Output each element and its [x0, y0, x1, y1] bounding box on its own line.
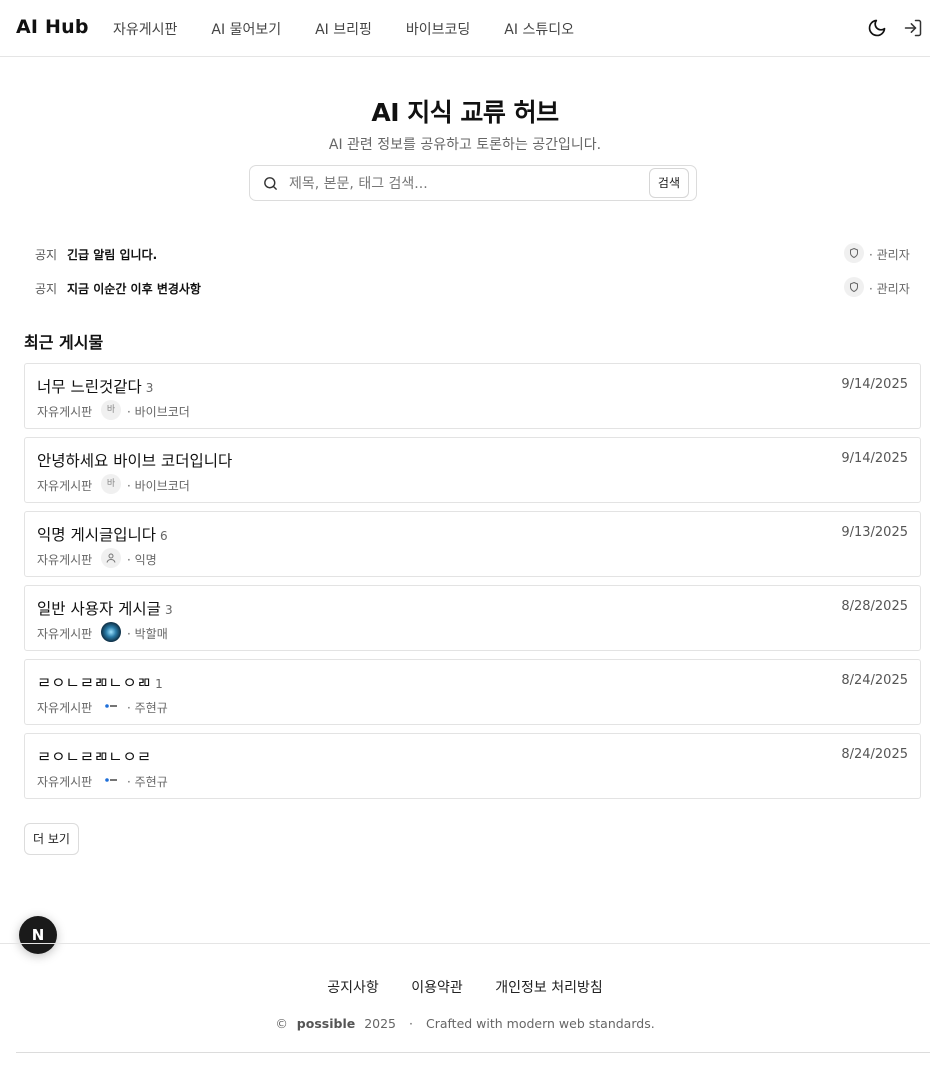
- post-date: 9/13/2025: [841, 525, 908, 540]
- nav-item-ai-ask[interactable]: AI 물어보기: [211, 19, 281, 39]
- post-author: · 익명: [127, 553, 157, 567]
- comment-count: 3: [164, 603, 173, 617]
- comment-count: 3: [145, 381, 154, 395]
- user-icon: [101, 548, 121, 568]
- footer-link-terms[interactable]: 이용약관: [411, 980, 463, 996]
- shield-icon: [844, 277, 864, 297]
- comment-count: 1: [155, 677, 163, 691]
- copyright-symbol: ©: [275, 1016, 288, 1031]
- comment-count: 6: [160, 529, 168, 543]
- post-card[interactable]: 익명 게시글입니다 6 9/13/2025 자유게시판 · 익명: [24, 511, 921, 577]
- footer-link-notices[interactable]: 공지사항: [327, 980, 379, 996]
- notice-author: · 관리자: [869, 248, 910, 262]
- post-title[interactable]: 익명 게시글입니다 6: [37, 523, 168, 545]
- notice-item[interactable]: 공지 긴급 알림 입니다. · 관리자: [24, 238, 921, 268]
- brand-logo[interactable]: AI Hub: [16, 16, 89, 38]
- post-author: · 주현규: [127, 701, 168, 715]
- notice-title[interactable]: 지금 이순간 이후 변경사항: [67, 280, 201, 297]
- footer-copyright: © possible 2025 · Crafted with modern we…: [0, 1016, 930, 1031]
- footer-separator: ·: [409, 1016, 413, 1031]
- notice-item[interactable]: 공지 지금 이순간 이후 변경사항 · 관리자: [24, 272, 921, 302]
- post-card[interactable]: 너무 느린것같다 3 9/14/2025 자유게시판 바 · 바이브코더: [24, 363, 921, 429]
- avatar: [101, 770, 121, 790]
- top-header: AI Hub 자유게시판 AI 물어보기 AI 브리핑 바이브코딩 AI 스튜디…: [0, 0, 930, 57]
- post-board: 자유게시판: [37, 553, 93, 567]
- avatar: 바: [101, 400, 121, 420]
- footer-link-privacy[interactable]: 개인정보 처리방침: [495, 980, 603, 996]
- post-date: 8/24/2025: [841, 673, 908, 688]
- nav-item-free-board[interactable]: 자유게시판: [113, 19, 177, 39]
- search-input[interactable]: [289, 173, 639, 195]
- post-card[interactable]: 안녕하세요 바이브 코더입니다 9/14/2025 자유게시판 바 · 바이브코…: [24, 437, 921, 503]
- company-name: possible: [296, 1016, 356, 1031]
- post-author: · 바이브코더: [127, 405, 190, 419]
- search-bar: 검색: [249, 165, 697, 201]
- post-date: 8/28/2025: [841, 599, 908, 614]
- post-title[interactable]: 일반 사용자 게시글 3: [37, 597, 173, 619]
- nav-item-vibe-coding[interactable]: 바이브코딩: [406, 19, 470, 39]
- moon-icon[interactable]: [867, 18, 887, 38]
- post-board: 자유게시판: [37, 405, 93, 419]
- notice-tag: 공지: [35, 248, 58, 262]
- post-card[interactable]: 일반 사용자 게시글 3 8/28/2025 자유게시판 · 박할매: [24, 585, 921, 651]
- page-subtitle: AI 관련 정보를 공유하고 토론하는 공간입니다.: [328, 137, 602, 153]
- recent-posts-heading: 최근 게시물: [24, 333, 104, 352]
- post-board: 자유게시판: [37, 627, 93, 641]
- footer-tagline: Crafted with modern web standards.: [425, 1016, 655, 1031]
- copyright-year: 2025: [364, 1016, 397, 1031]
- nav-item-ai-briefing[interactable]: AI 브리핑: [315, 19, 372, 39]
- footer-divider: [0, 943, 930, 944]
- notice-title[interactable]: 긴급 알림 입니다.: [67, 246, 157, 263]
- post-date: 9/14/2025: [841, 377, 908, 392]
- search-icon: [262, 175, 279, 192]
- post-board: 자유게시판: [37, 479, 93, 493]
- notice-author: · 관리자: [869, 282, 910, 296]
- load-more-button[interactable]: 더 보기: [24, 823, 79, 855]
- nav-item-ai-studio[interactable]: AI 스튜디오: [504, 19, 574, 39]
- post-author: · 바이브코더: [127, 479, 190, 493]
- post-board: 자유게시판: [37, 775, 93, 789]
- post-board: 자유게시판: [37, 701, 93, 715]
- footer-bottom-divider: [16, 1052, 930, 1053]
- footer-links: 공지사항 이용약관 개인정보 처리방침: [0, 977, 930, 997]
- page-title: AI 지식 교류 허브: [371, 98, 559, 127]
- post-card[interactable]: ㄹㅇㄴㄹㄻㄴㅇㄹ 8/24/2025 자유게시판 · 주현규: [24, 733, 921, 799]
- avatar: [101, 622, 121, 642]
- search-button[interactable]: 검색: [648, 168, 689, 198]
- avatar: 바: [101, 474, 121, 494]
- post-author: · 주현규: [127, 775, 168, 789]
- shield-icon: [844, 243, 864, 263]
- post-title[interactable]: ㄹㅇㄴㄹㄻㄴㅇㄻ 1: [37, 671, 163, 693]
- notice-tag: 공지: [35, 282, 58, 296]
- post-title[interactable]: 너무 느린것같다 3: [37, 375, 153, 397]
- post-author: · 박할매: [127, 627, 168, 641]
- main-nav: 자유게시판 AI 물어보기 AI 브리핑 바이브코딩 AI 스튜디오: [113, 19, 608, 39]
- post-date: 9/14/2025: [841, 451, 908, 466]
- post-date: 8/24/2025: [841, 747, 908, 762]
- post-title[interactable]: 안녕하세요 바이브 코더입니다: [37, 449, 236, 471]
- post-title[interactable]: ㄹㅇㄴㄹㄻㄴㅇㄹ: [37, 745, 155, 767]
- avatar: [101, 696, 121, 716]
- floating-n-badge[interactable]: N: [19, 916, 57, 954]
- post-card[interactable]: ㄹㅇㄴㄹㄻㄴㅇㄻ 1 8/24/2025 자유게시판 · 주현규: [24, 659, 921, 725]
- login-icon[interactable]: [903, 18, 923, 38]
